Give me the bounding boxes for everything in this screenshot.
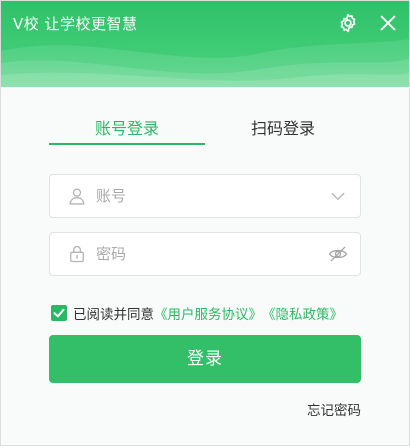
active-tab-indicator [49, 143, 205, 145]
password-input[interactable] [96, 233, 316, 275]
gear-icon [340, 13, 356, 33]
account-input[interactable] [96, 175, 316, 217]
login-window: V校 让学校更智慧 账号登录 扫码登录 账号 已阅读并同意 《用户服务协议》 《… [0, 0, 410, 446]
header-banner: V校 让学校更智慧 [1, 1, 409, 87]
password-field[interactable] [49, 232, 361, 276]
login-tabs: 账号登录 扫码登录 [49, 117, 361, 149]
settings-button[interactable] [337, 12, 359, 34]
close-button[interactable] [377, 12, 399, 34]
user-icon [67, 186, 87, 206]
account-field[interactable] [49, 174, 361, 218]
agreement-checkbox[interactable] [51, 305, 67, 321]
forgot-password-link[interactable]: 忘记密码 [307, 399, 361, 419]
lock-icon [67, 244, 87, 264]
user-agreement-link[interactable]: 《用户服务协议》 [154, 303, 262, 323]
checkmark-icon [53, 308, 65, 318]
eye-icon[interactable] [328, 244, 348, 264]
chevron-down-icon[interactable] [328, 186, 348, 206]
app-title: V校 让学校更智慧 [13, 15, 138, 33]
login-button[interactable]: 登录 [49, 335, 361, 383]
privacy-policy-link[interactable]: 《隐私政策》 [262, 303, 343, 323]
close-icon [380, 15, 396, 31]
tab-qr-login[interactable]: 扫码登录 [205, 117, 361, 145]
tab-account-login[interactable]: 账号登录 [49, 117, 205, 145]
agreement-prefix: 已阅读并同意 [73, 307, 154, 323]
agreement-row: 已阅读并同意 《用户服务协议》 《隐私政策》 [51, 303, 343, 323]
